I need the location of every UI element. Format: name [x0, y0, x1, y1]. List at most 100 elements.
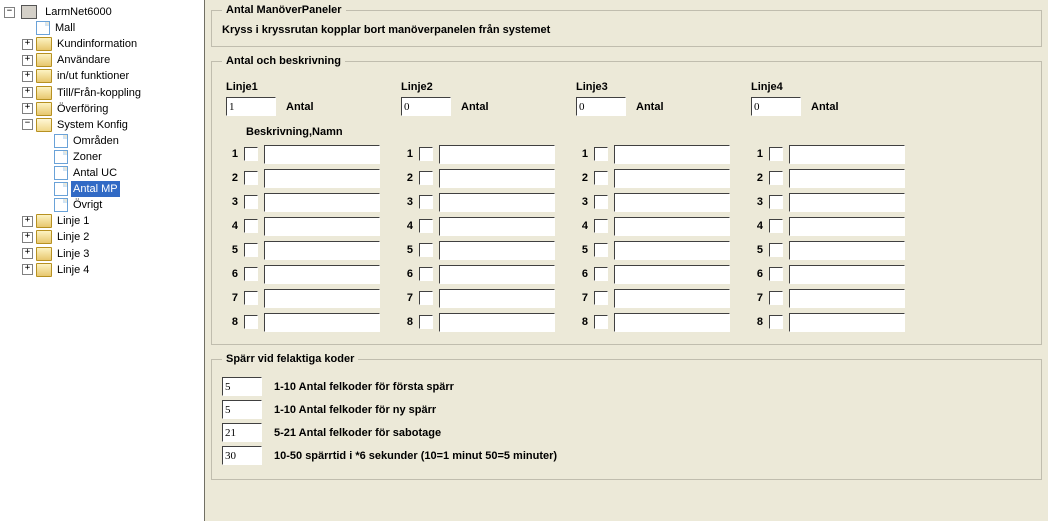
antal-input-linje3[interactable]	[576, 97, 626, 116]
mp-name-input[interactable]	[439, 193, 555, 212]
mp-name-input[interactable]	[439, 217, 555, 236]
mp-disable-checkbox[interactable]	[244, 267, 258, 281]
mp-name-input[interactable]	[439, 313, 555, 332]
mp-name-input[interactable]	[789, 169, 905, 188]
mp-disable-checkbox[interactable]	[769, 219, 783, 233]
mp-disable-checkbox[interactable]	[419, 315, 433, 329]
tree-item[interactable]: +Linje 4	[22, 262, 204, 278]
expand-icon[interactable]: +	[22, 264, 33, 275]
tree-item[interactable]: +in/ut funktioner	[22, 68, 204, 84]
mp-name-input[interactable]	[614, 193, 730, 212]
mp-name-input[interactable]	[439, 145, 555, 164]
mp-name-input[interactable]	[264, 169, 380, 188]
mp-name-input[interactable]	[264, 265, 380, 284]
mp-name-input[interactable]	[789, 217, 905, 236]
tree-item[interactable]: +Användare	[22, 52, 204, 68]
expand-icon[interactable]: +	[22, 55, 33, 66]
antal-input-linje1[interactable]	[226, 97, 276, 116]
mp-disable-checkbox[interactable]	[594, 291, 608, 305]
antal-input-linje4[interactable]	[751, 97, 801, 116]
mp-disable-checkbox[interactable]	[419, 195, 433, 209]
mp-name-input[interactable]	[264, 145, 380, 164]
mp-disable-checkbox[interactable]	[769, 195, 783, 209]
mp-disable-checkbox[interactable]	[419, 267, 433, 281]
expand-icon[interactable]: +	[22, 39, 33, 50]
tree-item[interactable]: Områden	[40, 133, 204, 149]
mp-name-input[interactable]	[264, 193, 380, 212]
mp-disable-checkbox[interactable]	[419, 291, 433, 305]
mp-disable-checkbox[interactable]	[244, 147, 258, 161]
mp-name-input[interactable]	[614, 313, 730, 332]
mp-disable-checkbox[interactable]	[594, 315, 608, 329]
mp-name-input[interactable]	[789, 145, 905, 164]
mp-name-input[interactable]	[789, 265, 905, 284]
mp-disable-checkbox[interactable]	[419, 243, 433, 257]
tree-item[interactable]: +Kundinformation	[22, 36, 204, 52]
mp-disable-checkbox[interactable]	[244, 315, 258, 329]
mp-disable-checkbox[interactable]	[419, 147, 433, 161]
mp-disable-checkbox[interactable]	[769, 267, 783, 281]
expand-icon[interactable]: +	[22, 216, 33, 227]
tree-item[interactable]: Zoner	[40, 149, 204, 165]
mp-disable-checkbox[interactable]	[594, 147, 608, 161]
sparr-input-3[interactable]	[222, 446, 262, 465]
mp-name-input[interactable]	[789, 193, 905, 212]
mp-disable-checkbox[interactable]	[594, 267, 608, 281]
nav-tree[interactable]: − LarmNet6000 Mall+Kundinformation+Använ…	[0, 0, 205, 521]
mp-name-input[interactable]	[789, 313, 905, 332]
mp-disable-checkbox[interactable]	[594, 219, 608, 233]
mp-name-input[interactable]	[439, 265, 555, 284]
sparr-input-0[interactable]	[222, 377, 262, 396]
mp-disable-checkbox[interactable]	[244, 195, 258, 209]
mp-name-input[interactable]	[614, 241, 730, 260]
mp-disable-checkbox[interactable]	[244, 291, 258, 305]
tree-item[interactable]: −System KonfigOmrådenZonerAntal UCAntal …	[22, 117, 204, 214]
mp-disable-checkbox[interactable]	[419, 219, 433, 233]
expand-icon[interactable]: +	[22, 248, 33, 259]
mp-disable-checkbox[interactable]	[769, 315, 783, 329]
mp-disable-checkbox[interactable]	[769, 291, 783, 305]
mp-disable-checkbox[interactable]	[594, 243, 608, 257]
tree-item[interactable]: +Till/Från-koppling	[22, 84, 204, 100]
mp-disable-checkbox[interactable]	[594, 171, 608, 185]
antal-input-linje2[interactable]	[401, 97, 451, 116]
mp-disable-checkbox[interactable]	[594, 195, 608, 209]
tree-item[interactable]: Antal UC	[40, 165, 204, 181]
tree-item[interactable]: +Linje 3	[22, 245, 204, 261]
mp-name-input[interactable]	[439, 241, 555, 260]
mp-name-input[interactable]	[439, 169, 555, 188]
mp-name-input[interactable]	[264, 241, 380, 260]
tree-root[interactable]: − LarmNet6000 Mall+Kundinformation+Använ…	[4, 4, 204, 278]
expand-icon[interactable]: +	[22, 103, 33, 114]
mp-name-input[interactable]	[439, 289, 555, 308]
mp-name-input[interactable]	[614, 169, 730, 188]
tree-item[interactable]: Mall	[22, 20, 204, 36]
mp-disable-checkbox[interactable]	[244, 243, 258, 257]
mp-name-input[interactable]	[614, 265, 730, 284]
tree-item[interactable]: +Överföring	[22, 101, 204, 117]
mp-disable-checkbox[interactable]	[244, 171, 258, 185]
mp-name-input[interactable]	[264, 217, 380, 236]
mp-disable-checkbox[interactable]	[419, 171, 433, 185]
sparr-input-1[interactable]	[222, 400, 262, 419]
tree-item[interactable]: +Linje 2	[22, 229, 204, 245]
mp-name-input[interactable]	[614, 145, 730, 164]
mp-name-input[interactable]	[614, 217, 730, 236]
tree-item[interactable]: Antal MP	[40, 181, 204, 197]
mp-name-input[interactable]	[264, 313, 380, 332]
tree-item[interactable]: Övrigt	[40, 197, 204, 213]
expand-icon[interactable]: +	[22, 71, 33, 82]
collapse-icon[interactable]: −	[22, 119, 33, 130]
mp-name-input[interactable]	[614, 289, 730, 308]
expand-icon[interactable]: +	[22, 87, 33, 98]
sparr-input-2[interactable]	[222, 423, 262, 442]
mp-disable-checkbox[interactable]	[244, 219, 258, 233]
mp-name-input[interactable]	[789, 289, 905, 308]
mp-disable-checkbox[interactable]	[769, 171, 783, 185]
mp-disable-checkbox[interactable]	[769, 147, 783, 161]
mp-name-input[interactable]	[789, 241, 905, 260]
expand-icon[interactable]: +	[22, 232, 33, 243]
mp-name-input[interactable]	[264, 289, 380, 308]
collapse-icon[interactable]: −	[4, 7, 15, 18]
mp-disable-checkbox[interactable]	[769, 243, 783, 257]
